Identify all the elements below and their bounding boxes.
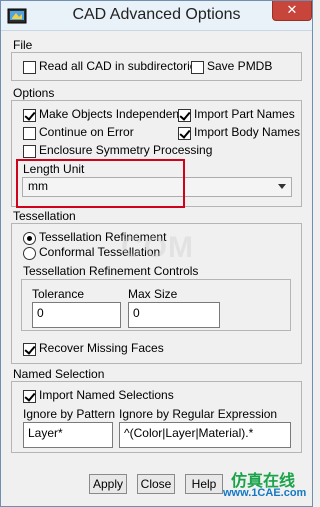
import-named-selections-label[interactable]: Import Named Selections: [39, 388, 174, 402]
enclosure-symmetry-label[interactable]: Enclosure Symmetry Processing: [39, 143, 212, 157]
named-selection-section-label: Named Selection: [13, 367, 105, 381]
read-all-cad-checkbox[interactable]: [23, 61, 36, 74]
conformal-tessellation-radio[interactable]: [23, 247, 36, 260]
max-size-label: Max Size: [128, 287, 178, 301]
enclosure-symmetry-checkbox[interactable]: [23, 145, 36, 158]
watermark-com: COM: [121, 231, 194, 264]
make-objects-independent-label[interactable]: Make Objects Independent: [39, 107, 182, 121]
continue-on-error-checkbox[interactable]: [23, 127, 36, 140]
apply-button[interactable]: Apply: [89, 474, 127, 494]
ignore-by-regex-input[interactable]: ^(Color|Layer|Material).*: [119, 422, 291, 448]
help-button[interactable]: Help: [185, 474, 223, 494]
tolerance-input[interactable]: 0: [32, 302, 121, 328]
ignore-by-pattern-label: Ignore by Pattern: [23, 407, 116, 421]
make-objects-independent-checkbox[interactable]: [23, 109, 36, 122]
tessellation-refinement-radio[interactable]: [23, 232, 36, 245]
window-title: CAD Advanced Options: [72, 6, 241, 23]
close-button[interactable]: Close: [137, 474, 175, 494]
ignore-by-pattern-input[interactable]: Layer*: [23, 422, 113, 448]
file-group: Read all CAD in subdirectories Save PMDB: [11, 52, 302, 81]
tessellation-section-label: Tessellation: [13, 209, 76, 223]
cad-advanced-options-dialog: CAD Advanced Options ✕ File Read all CAD…: [0, 0, 313, 507]
max-size-input[interactable]: 0: [128, 302, 220, 328]
refinement-controls-group: Tolerance 0 Max Size 0: [21, 279, 291, 331]
named-selection-group: Import Named Selections Ignore by Patter…: [11, 381, 302, 453]
title-bar[interactable]: CAD Advanced Options ✕: [1, 1, 312, 31]
watermark-url: www.1CAE.com: [223, 487, 307, 499]
continue-on-error-label[interactable]: Continue on Error: [39, 125, 134, 139]
import-body-names-checkbox[interactable]: [178, 127, 191, 140]
import-part-names-label[interactable]: Import Part Names: [194, 107, 295, 121]
options-section-label: Options: [13, 86, 55, 100]
ignore-by-regex-label: Ignore by Regular Expression: [119, 407, 278, 421]
annotation-highlight-box: [16, 159, 185, 208]
import-part-names-checkbox[interactable]: [178, 109, 191, 122]
close-window-button[interactable]: ✕: [272, 1, 312, 21]
chevron-down-icon: [278, 184, 286, 189]
recover-missing-faces-label[interactable]: Recover Missing Faces: [39, 341, 164, 355]
save-pmdb-checkbox[interactable]: [191, 61, 204, 74]
save-pmdb-label[interactable]: Save PMDB: [207, 59, 272, 73]
file-section-label: File: [13, 38, 33, 52]
recover-missing-faces-checkbox[interactable]: [23, 343, 36, 356]
tolerance-label: Tolerance: [32, 287, 85, 301]
read-all-cad-label[interactable]: Read all CAD in subdirectories: [39, 59, 202, 73]
import-named-selections-checkbox[interactable]: [23, 390, 36, 403]
refinement-controls-label: Tessellation Refinement Controls: [23, 264, 199, 278]
close-icon: ✕: [286, 2, 298, 17]
import-body-names-label[interactable]: Import Body Names: [194, 125, 300, 139]
